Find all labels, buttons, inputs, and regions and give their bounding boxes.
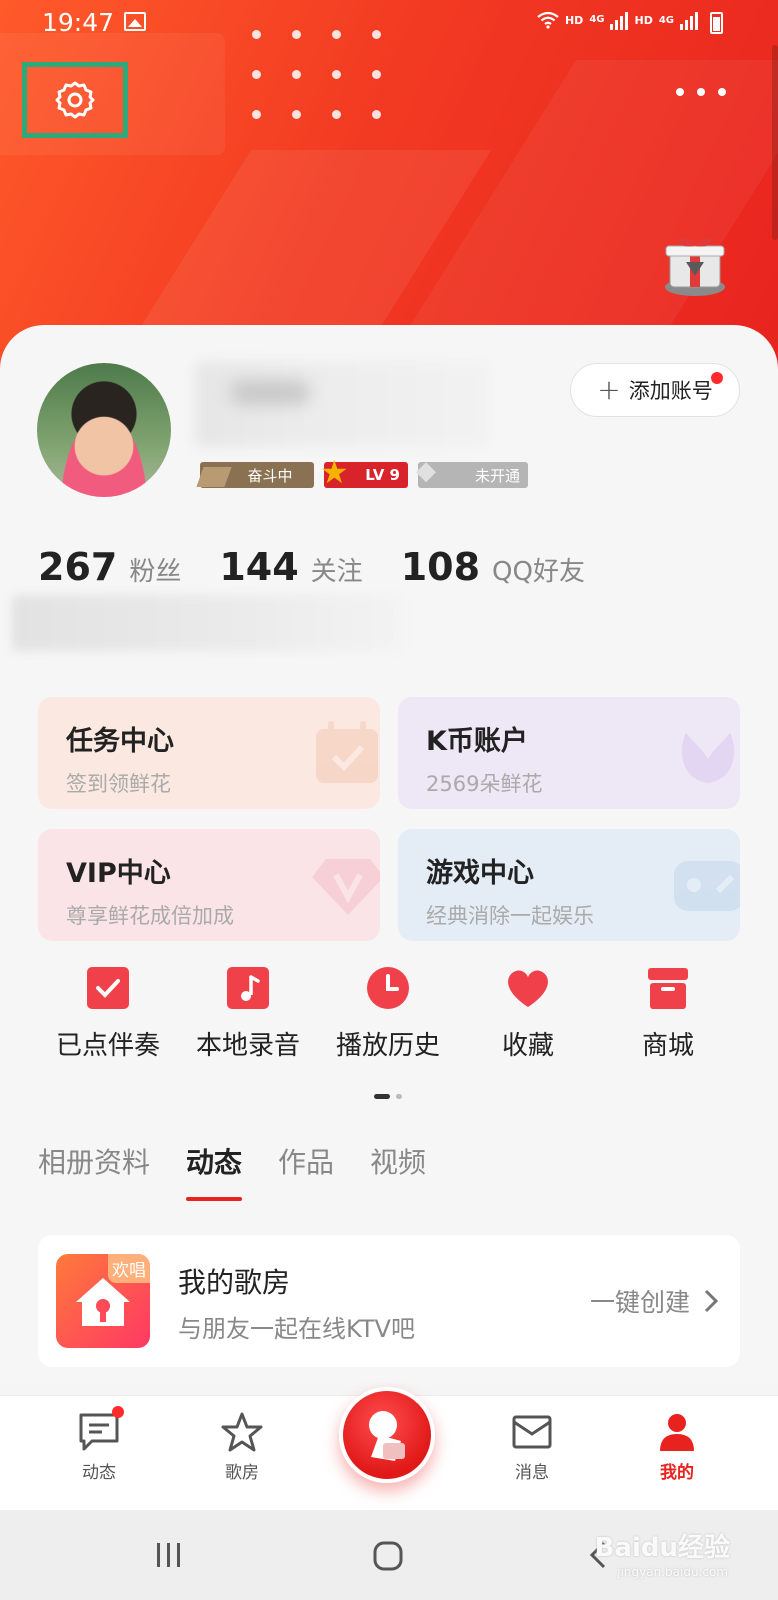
hd-label: HD bbox=[634, 13, 653, 27]
nav-me[interactable]: 我的 bbox=[632, 1412, 722, 1483]
badge-level[interactable]: ★ LV 9 bbox=[320, 456, 408, 488]
plus-icon: + bbox=[597, 373, 621, 406]
wifi-icon bbox=[537, 11, 559, 29]
flower-icon bbox=[681, 733, 735, 783]
stats-row: 267 粉丝 144 关注 108 QQ好友 bbox=[38, 545, 623, 589]
nav-messages[interactable]: 消息 bbox=[487, 1412, 577, 1483]
badge-vip[interactable]: ◆ 未开通 bbox=[416, 458, 528, 488]
tab-works[interactable]: 作品 bbox=[278, 1141, 334, 1201]
bio-blurred bbox=[12, 595, 402, 651]
username-blurred-text bbox=[230, 380, 310, 405]
hd-label: HD bbox=[564, 13, 584, 27]
gift-button[interactable] bbox=[660, 230, 730, 300]
room-title: 我的歌房 bbox=[178, 1266, 291, 1299]
quick-accompaniment[interactable]: 已点伴奏 bbox=[38, 965, 178, 1062]
checked-box-icon bbox=[87, 967, 129, 1009]
house-icon bbox=[76, 1278, 130, 1326]
nav-moments[interactable]: 动态 bbox=[54, 1406, 144, 1483]
tab-videos[interactable]: 视频 bbox=[370, 1141, 426, 1201]
stat-following[interactable]: 144 关注 bbox=[219, 545, 362, 589]
music-note-icon bbox=[227, 967, 269, 1009]
quick-local-recording[interactable]: 本地录音 bbox=[178, 965, 318, 1062]
mail-icon bbox=[512, 1415, 552, 1449]
gift-box-icon bbox=[665, 237, 725, 296]
recent-apps-icon[interactable] bbox=[154, 1540, 184, 1570]
vip-diamond-icon bbox=[312, 859, 380, 915]
profile-tabs: 相册资料 动态 作品 视频 bbox=[38, 1141, 426, 1201]
signal-icon bbox=[680, 10, 698, 30]
create-room-button[interactable]: 一键创建 bbox=[590, 1283, 718, 1319]
star-icon: ★ bbox=[320, 453, 349, 491]
record-button[interactable] bbox=[339, 1387, 435, 1483]
my-room-card[interactable]: 欢唱 我的歌房 与朋友一起在线KTV吧 一键创建 bbox=[38, 1235, 740, 1367]
microphone-icon bbox=[369, 1411, 405, 1461]
star-icon bbox=[221, 1412, 263, 1452]
calendar-check-icon bbox=[316, 721, 378, 783]
tile-task-center[interactable]: 任务中心 签到领鲜花 bbox=[38, 697, 380, 809]
person-icon bbox=[660, 1414, 694, 1451]
status-indicators: HD 4G HD 4G bbox=[537, 10, 698, 30]
gear-icon bbox=[55, 81, 95, 119]
message-icon bbox=[79, 1413, 119, 1451]
nav-rooms[interactable]: 歌房 bbox=[197, 1412, 287, 1483]
signal-icon bbox=[610, 10, 629, 30]
settings-button[interactable] bbox=[22, 62, 128, 138]
network-gen-label: 4G bbox=[658, 14, 674, 26]
stat-fans[interactable]: 267 粉丝 bbox=[38, 545, 181, 589]
home-icon[interactable] bbox=[372, 1540, 404, 1572]
notification-dot bbox=[711, 372, 723, 384]
profile-header: 19:47 HD 4G HD 4G bbox=[0, 0, 778, 380]
page-indicator bbox=[374, 1094, 402, 1099]
tile-vip-center[interactable]: VIP中心 尊享鲜花成倍加成 bbox=[38, 829, 380, 941]
gamepad-icon bbox=[674, 861, 740, 911]
more-options-button[interactable] bbox=[676, 78, 726, 106]
stat-qq-friends[interactable]: 108 QQ好友 bbox=[401, 545, 585, 589]
heart-icon bbox=[508, 970, 548, 1007]
avatar[interactable] bbox=[37, 363, 171, 497]
add-account-label: 添加账号 bbox=[628, 379, 713, 403]
scrollbar[interactable] bbox=[772, 45, 778, 240]
status-bar: 19:47 HD 4G HD 4G bbox=[0, 0, 778, 46]
notification-dot bbox=[112, 1406, 124, 1418]
shop-icon bbox=[648, 968, 688, 1009]
chevron-right-icon bbox=[704, 1289, 718, 1313]
baidu-watermark: Baidu经验 bbox=[594, 1533, 730, 1563]
quick-shop[interactable]: 商城 bbox=[598, 965, 738, 1062]
room-icon: 欢唱 bbox=[56, 1254, 150, 1348]
room-subtitle: 与朋友一起在线KTV吧 bbox=[178, 1315, 415, 1343]
badge-fighting[interactable]: 奋斗中 bbox=[200, 462, 314, 488]
more-dots-icon bbox=[676, 88, 684, 96]
baidu-watermark-url: jingyan.baidu.com bbox=[617, 1565, 728, 1579]
profile-card: 奋斗中 ★ LV 9 ◆ 未开通 + 添加账号 267 粉丝 144 关注 10… bbox=[0, 325, 778, 1385]
quick-actions: 已点伴奏 本地录音 播放历史 收藏 商城 bbox=[38, 965, 740, 1062]
clock-icon bbox=[367, 967, 409, 1009]
tab-album[interactable]: 相册资料 bbox=[38, 1141, 150, 1201]
diamond-icon: ◆ bbox=[416, 456, 436, 486]
tile-game-center[interactable]: 游戏中心 经典消除一起娱乐 bbox=[398, 829, 740, 941]
quick-favorites[interactable]: 收藏 bbox=[458, 965, 598, 1062]
battery-icon bbox=[710, 12, 723, 34]
image-notification-icon bbox=[124, 12, 146, 31]
tile-k-coin[interactable]: K币账户 2569朵鲜花 bbox=[398, 697, 740, 809]
badge-row: 奋斗中 ★ LV 9 ◆ 未开通 bbox=[200, 456, 528, 488]
tab-moments[interactable]: 动态 bbox=[186, 1141, 243, 1201]
add-account-button[interactable]: + 添加账号 bbox=[570, 363, 740, 417]
quick-play-history[interactable]: 播放历史 bbox=[318, 965, 458, 1062]
network-gen-label: 4G bbox=[589, 14, 605, 25]
status-time: 19:47 bbox=[42, 8, 115, 37]
